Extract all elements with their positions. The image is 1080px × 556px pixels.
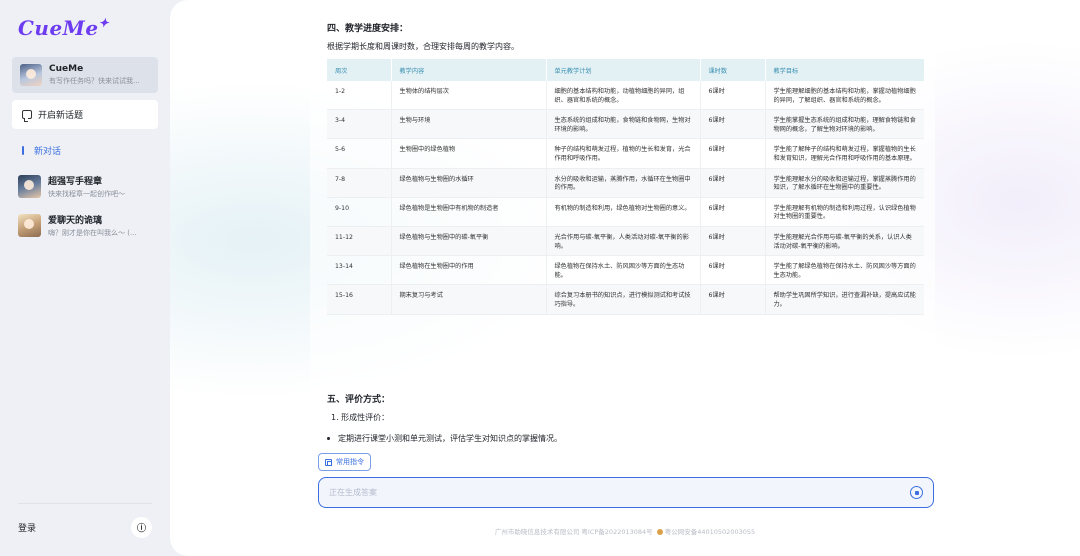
stop-generating-button[interactable] [910, 486, 923, 499]
table-row: 1-2 生物体的结构层次 细胞的基本结构和功能，动植物细胞的异同，组织、器官和系统的… [327, 81, 924, 111]
table-cell: 生态系统的组成和功能，食物链和食物网，生物对环境的影响。 [546, 109, 701, 140]
writer-avatar [18, 174, 41, 198]
table-cell: 学生能理解细胞的基本结构和功能，掌握动植物细胞的异同，了解组织、器官和系统的概念… [765, 81, 924, 111]
new-topic-label: 开启新话题 [38, 111, 84, 121]
section-heading: 四、教学进度安排： [327, 24, 409, 34]
table-cell: 细胞的基本结构和功能，动植物细胞的异同，组织、器官和系统的概念。 [546, 81, 701, 111]
table-cell: 学生能了解绿色植物在保持水土、防风固沙等方面的生态功能。 [765, 255, 924, 286]
list-item-text: 定期进行课堂小测和单元测试，评估学生对知识点的掌握情况。 [338, 434, 562, 443]
table-cell: 9-10 [327, 197, 392, 227]
main-panel: 四、教学进度安排： 根据学期长度和周课时数，合理安排每周的教学内容。 周次 教学… [170, 0, 1080, 556]
table-row: 15-16 期末复习与考试 综合复习本册书的知识点，进行模拟测试和考试技巧指导。 6课… [327, 284, 924, 315]
agent-subtitle: 快来找程章一起创作吧～ [48, 189, 125, 198]
command-icon [325, 458, 332, 466]
table-cell: 生物圈中的绿色植物 [391, 138, 547, 169]
sidebar-divider [18, 503, 152, 504]
table-cell: 绿色植物是生物圈中有机物的制造者 [391, 197, 547, 227]
table-cell: 生物与环境 [391, 109, 547, 140]
chatter-avatar [18, 213, 41, 237]
police-link[interactable]: 粤公网安备44010502003055 [665, 528, 755, 536]
column-header: 教学内容 [391, 59, 547, 81]
table-cell: 绿色植物在保持水土、防风固沙等方面的生态功能。 [546, 255, 701, 286]
table-row: 5-6 生物圈中的绿色植物 种子的结构和萌发过程，植物的生长和发育，光合作用和呼吸作… [327, 138, 924, 169]
chat-subtitle: 有写作任务吗？快来试试我... [49, 77, 140, 85]
table-cell: 绿色植物与生物圈中的碳-氧平衡 [391, 226, 547, 257]
agent-item-writer[interactable]: 超强写手程章 快来找程章一起创作吧～ [18, 172, 164, 200]
table-cell: 光合作用与碳-氧平衡，人类活动对碳-氧平衡的影响。 [546, 226, 701, 257]
message-input[interactable] [329, 488, 889, 497]
chat-bubble-icon [22, 110, 32, 122]
new-topic-button[interactable]: 开启新话题 [12, 100, 158, 129]
common-commands-label: 常用指令 [336, 458, 364, 466]
table-cell: 有机物的制造和利用，绿色植物对生物圈的意义。 [546, 197, 701, 227]
table-cell: 6课时 [700, 138, 766, 169]
common-commands-button[interactable]: 常用指令 [318, 453, 371, 471]
table-cell: 6课时 [700, 197, 766, 227]
table-cell: 6课时 [700, 255, 766, 286]
table-cell: 6课时 [700, 226, 766, 257]
table-cell: 5-6 [327, 138, 392, 169]
table-cell: 生物体的结构层次 [391, 81, 547, 111]
table-cell: 期末复习与考试 [391, 284, 547, 315]
footer: 广州市助晓信息技术有限公司 粤ICP备2022013084号 粤公网安备4401… [170, 526, 1080, 536]
table-cell: 水分的吸收和运输，蒸腾作用，水循环在生物圈中的作用。 [546, 168, 701, 198]
list-item: 定期进行课堂小测和单元测试，评估学生对知识点的掌握情况。 [327, 433, 562, 444]
table-cell: 绿色植物与生物圈的水循环 [391, 168, 547, 198]
chat-title: CueMe [49, 64, 84, 74]
table-cell: 帮助学生巩固所学知识，进行查漏补缺，提高应试能力。 [765, 284, 924, 315]
column-header: 单元教学计划 [546, 59, 701, 81]
sparkle-icon: ✦ [98, 16, 110, 30]
bullet-icon [327, 437, 330, 440]
table-cell: 6课时 [700, 81, 766, 111]
table-cell: 15-16 [327, 284, 392, 315]
table-cell: 学生能理解光合作用与碳-氧平衡的关系，认识人类活动对碳-氧平衡的影响。 [765, 226, 924, 257]
table-cell: 3-4 [327, 109, 392, 140]
sidebar: CueMe✦ CueMe 有写作任务吗？快来试试我... 开启新话题 新对话 超… [0, 0, 170, 556]
column-header: 教学目标 [765, 59, 924, 81]
table-cell: 13-14 [327, 255, 392, 286]
table-cell: 6课时 [700, 284, 766, 315]
table-cell: 1-2 [327, 81, 392, 111]
table-cell: 6课时 [700, 168, 766, 198]
agent-subtitle: 嗨？刚才是你在叫我么～ (... [48, 228, 137, 237]
table-row: 13-14 绿色植物在生物圈中的作用 绿色植物在保持水土、防风固沙等方面的生态功能。… [327, 255, 924, 286]
table-header-row: 周次 教学内容 单元教学计划 课时数 教学目标 [327, 59, 924, 81]
table-row: 7-8 绿色植物与生物圈的水循环 水分的吸收和运输，蒸腾作用，水循环在生物圈中的作用… [327, 168, 924, 198]
subsection-heading: 1. 形成性评价： [331, 413, 390, 422]
new-chat-item[interactable]: 新对话 [22, 144, 61, 157]
agent-item-chatter[interactable]: 爱聊天的诡璃 嗨？刚才是你在叫我么～ (... [18, 211, 164, 239]
table-cell: 学生能理解水分的吸收和运输过程，掌握蒸腾作用的知识，了解水循环在生物圈中的重要性… [765, 168, 924, 198]
cueme-logo[interactable]: CueMe✦ [18, 16, 109, 40]
table-row: 9-10 绿色植物是生物圈中有机物的制造者 有机物的制造和利用，绿色植物对生物圈的意… [327, 197, 924, 227]
agent-title: 爱聊天的诡璃 [48, 215, 103, 226]
table-cell: 学生能掌握生态系统的组成和功能，理解食物链和食物网的概念，了解生物对环境的影响。 [765, 109, 924, 140]
section-intro: 根据学期长度和周课时数，合理安排每周的教学内容。 [327, 42, 519, 51]
chat-content[interactable]: 四、教学进度安排： 根据学期长度和周课时数，合理安排每周的教学内容。 周次 教学… [310, 0, 935, 446]
table-cell: 7-8 [327, 168, 392, 198]
table-cell: 11-12 [327, 226, 392, 257]
table-row: 3-4 生物与环境 生态系统的组成和功能，食物链和食物网，生物对环境的影响。 6课时学… [327, 109, 924, 140]
table-cell: 6课时 [700, 109, 766, 140]
current-chat-item[interactable]: CueMe 有写作任务吗？快来试试我... [12, 57, 158, 93]
login-link[interactable]: 登录 [18, 521, 36, 534]
table-row: 11-12 绿色植物与生物圈中的碳-氧平衡 光合作用与碳-氧平衡，人类活动对碳-氧平… [327, 226, 924, 257]
icp-link[interactable]: 广州市助晓信息技术有限公司 粤ICP备2022013084号 [495, 528, 653, 536]
police-badge-icon [656, 528, 663, 535]
table-cell: 学生能了解种子的结构和萌发过程，掌握植物的生长和发育知识，理解光合作用和呼吸作用… [765, 138, 924, 169]
stop-icon [914, 490, 919, 495]
table-cell: 学生能理解有机物的制造和利用过程，认识绿色植物对生物圈的重要性。 [765, 197, 924, 227]
column-header: 课时数 [700, 59, 766, 81]
table-cell: 综合复习本册书的知识点，进行模拟测试和考试技巧指导。 [546, 284, 701, 315]
message-composer [318, 477, 934, 508]
info-icon[interactable]: ⓘ [131, 517, 152, 538]
table-cell: 绿色植物在生物圈中的作用 [391, 255, 547, 286]
new-chat-label: 新对话 [34, 147, 62, 157]
schedule-table: 周次 教学内容 单元教学计划 课时数 教学目标 1-2 生物体的结构层次 细胞的基本… [327, 59, 924, 315]
section-heading: 五、评价方式： [327, 395, 391, 405]
active-indicator [22, 146, 24, 155]
table-cell: 种子的结构和萌发过程，植物的生长和发育，光合作用和呼吸作用。 [546, 138, 701, 169]
agent-title: 超强写手程章 [48, 176, 103, 187]
cueme-avatar [20, 64, 42, 86]
column-header: 周次 [327, 59, 392, 81]
